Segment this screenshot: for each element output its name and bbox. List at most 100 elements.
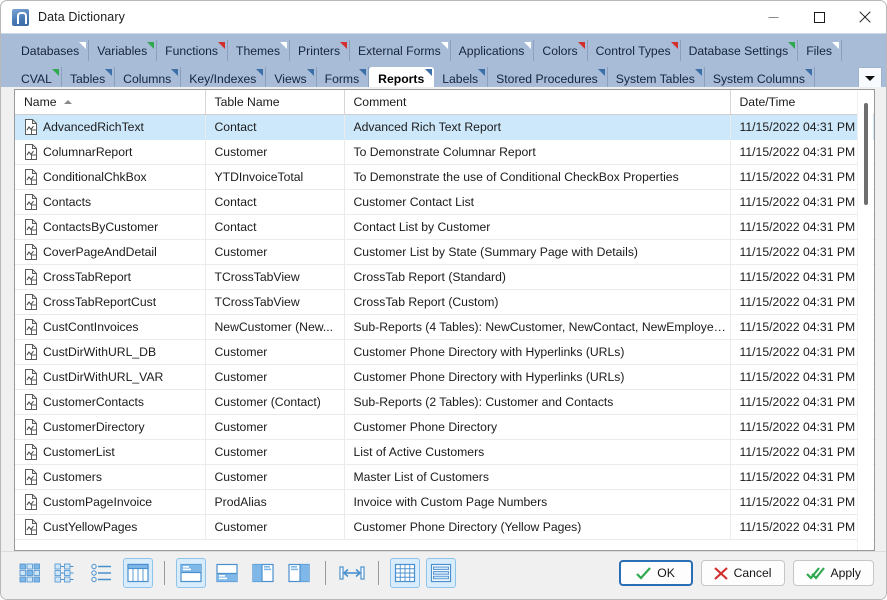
details-grid-view-button[interactable] bbox=[123, 558, 153, 588]
cell-name[interactable]: Customers bbox=[15, 464, 206, 490]
preview-top-button[interactable] bbox=[176, 558, 206, 588]
cell-name[interactable]: Contacts bbox=[15, 189, 206, 215]
large-icons-view-button[interactable] bbox=[15, 558, 45, 588]
column-header-name[interactable]: Name bbox=[15, 90, 206, 115]
cell-date-time[interactable]: 11/15/2022 04:31 PM bbox=[730, 364, 874, 390]
table-row[interactable]: AdvancedRichText Contact Advanced Rich Tex… bbox=[15, 114, 874, 140]
cell-name[interactable]: CustDirWithURL_VAR bbox=[15, 364, 206, 390]
cell-comment[interactable]: Customer List by State (Summary Page wit… bbox=[344, 239, 731, 265]
table-row[interactable]: CustomerDirectory Customer Customer Phone … bbox=[15, 414, 874, 440]
cell-date-time[interactable]: 11/15/2022 04:31 PM bbox=[730, 289, 874, 315]
fit-width-button[interactable] bbox=[337, 558, 367, 588]
tab-views[interactable]: Views bbox=[266, 67, 317, 87]
preview-bottom-button[interactable] bbox=[212, 558, 242, 588]
table-row[interactable]: CustContInvoices NewCustomer (New... Sub-R… bbox=[15, 314, 874, 340]
table-row[interactable]: ColumnarReport Customer To Demonstrate Col… bbox=[15, 139, 874, 165]
table-row[interactable]: ContactsByCustomer Contact Contact List by… bbox=[15, 214, 874, 240]
cell-comment[interactable]: Sub-Reports (2 Tables): Customer and Con… bbox=[344, 389, 731, 415]
tab-external-forms[interactable]: External Forms bbox=[350, 40, 451, 61]
cell-name[interactable]: CustContInvoices bbox=[15, 314, 206, 340]
cell-date-time[interactable]: 11/15/2022 04:31 PM bbox=[730, 489, 874, 515]
cell-comment[interactable]: Master List of Customers bbox=[344, 464, 731, 490]
tab-tables[interactable]: Tables bbox=[61, 67, 116, 87]
tab-control-types[interactable]: Control Types bbox=[587, 40, 681, 61]
cell-table-name[interactable]: Customer bbox=[205, 139, 345, 165]
cell-comment[interactable]: Invoice with Custom Page Numbers bbox=[344, 489, 731, 515]
table-row[interactable]: CustomerContacts Customer (Contact) Sub-Re… bbox=[15, 389, 874, 415]
cell-date-time[interactable]: 11/15/2022 04:31 PM bbox=[730, 264, 874, 290]
table-row[interactable]: CustYellowPages Customer Customer Phone Di… bbox=[15, 514, 874, 540]
cell-date-time[interactable]: 11/15/2022 04:31 PM bbox=[730, 464, 874, 490]
cell-table-name[interactable]: ProdAlias bbox=[205, 489, 345, 515]
preview-right-button[interactable] bbox=[284, 558, 314, 588]
cell-comment[interactable]: CrossTab Report (Standard) bbox=[344, 264, 731, 290]
table-row[interactable]: CustomerList Customer List of Active Custo… bbox=[15, 439, 874, 465]
cell-name[interactable]: CustomPageInvoice bbox=[15, 489, 206, 515]
tab-colors[interactable]: Colors bbox=[534, 40, 588, 61]
tab-applications[interactable]: Applications bbox=[450, 40, 535, 61]
table-row[interactable]: Customers Customer Master List of Customer… bbox=[15, 464, 874, 490]
cell-table-name[interactable]: YTDInvoiceTotal bbox=[205, 164, 345, 190]
vertical-scrollbar-thumb[interactable] bbox=[864, 103, 868, 205]
cell-table-name[interactable]: NewCustomer (New... bbox=[205, 314, 345, 340]
cell-comment[interactable]: Advanced Rich Text Report bbox=[344, 114, 731, 140]
cell-name[interactable]: CustYellowPages bbox=[15, 514, 206, 540]
cell-table-name[interactable]: Customer bbox=[205, 339, 345, 365]
cell-date-time[interactable]: 11/15/2022 04:31 PM bbox=[730, 164, 874, 190]
tab-labels[interactable]: Labels bbox=[434, 67, 489, 87]
column-header-date-time[interactable]: Date/Time bbox=[730, 90, 874, 115]
cell-date-time[interactable]: 11/15/2022 04:31 PM bbox=[730, 139, 874, 165]
reports-grid[interactable]: Name Table Name Comment Date/Time Advanc… bbox=[14, 89, 875, 551]
cell-date-time[interactable]: 11/15/2022 04:31 PM bbox=[730, 314, 874, 340]
cell-table-name[interactable]: Customer bbox=[205, 514, 345, 540]
table-row[interactable]: CoverPageAndDetail Customer Customer List … bbox=[15, 239, 874, 265]
table-row[interactable]: CustomPageInvoice ProdAlias Invoice with C… bbox=[15, 489, 874, 515]
cell-comment[interactable]: Customer Phone Directory (Yellow Pages) bbox=[344, 514, 731, 540]
cell-table-name[interactable]: Customer bbox=[205, 414, 345, 440]
column-header-comment[interactable]: Comment bbox=[344, 90, 731, 115]
cell-comment[interactable]: Customer Phone Directory with Hyperlinks… bbox=[344, 339, 731, 365]
cell-name[interactable]: CrossTabReportCust bbox=[15, 289, 206, 315]
maximize-button[interactable] bbox=[796, 1, 842, 33]
cell-comment[interactable]: Sub-Reports (4 Tables): NewCustomer, New… bbox=[344, 314, 731, 340]
tab-printers[interactable]: Printers bbox=[290, 40, 351, 61]
tab-functions[interactable]: Functions bbox=[157, 40, 229, 61]
cell-table-name[interactable]: Contact bbox=[205, 189, 345, 215]
cell-name[interactable]: ContactsByCustomer bbox=[15, 214, 206, 240]
apply-button[interactable]: Apply bbox=[792, 560, 874, 586]
cell-comment[interactable]: To Demonstrate the use of Conditional Ch… bbox=[344, 164, 731, 190]
cell-date-time[interactable]: 11/15/2022 04:31 PM bbox=[730, 414, 874, 440]
tab-overflow-dropdown-button[interactable] bbox=[858, 67, 882, 87]
tab-databases[interactable]: Databases bbox=[13, 40, 90, 61]
table-row[interactable]: CrossTabReport TCrossTabView CrossTab Repo… bbox=[15, 264, 874, 290]
tab-columns[interactable]: Columns bbox=[115, 67, 182, 87]
tab-cval[interactable]: CVAL bbox=[13, 67, 62, 87]
tab-system-tables[interactable]: System Tables bbox=[607, 67, 705, 87]
cell-name[interactable]: ColumnarReport bbox=[15, 139, 206, 165]
cell-table-name[interactable]: Contact bbox=[205, 214, 345, 240]
cell-name[interactable]: CustomerDirectory bbox=[15, 414, 206, 440]
cell-comment[interactable]: Contact List by Customer bbox=[344, 214, 731, 240]
table-row[interactable]: ConditionalChkBox YTDInvoiceTotal To Demon… bbox=[15, 164, 874, 190]
list-view-button[interactable] bbox=[87, 558, 117, 588]
cell-table-name[interactable]: Customer bbox=[205, 464, 345, 490]
cell-comment[interactable]: Customer Phone Directory with Hyperlinks… bbox=[344, 364, 731, 390]
cell-comment[interactable]: To Demonstrate Columnar Report bbox=[344, 139, 731, 165]
cell-date-time[interactable]: 11/15/2022 04:31 PM bbox=[730, 514, 874, 540]
cell-date-time[interactable]: 11/15/2022 04:31 PM bbox=[730, 439, 874, 465]
cell-name[interactable]: CoverPageAndDetail bbox=[15, 239, 206, 265]
cell-date-time[interactable]: 11/15/2022 04:31 PM bbox=[730, 389, 874, 415]
cell-name[interactable]: CrossTabReport bbox=[15, 264, 206, 290]
tab-forms[interactable]: Forms bbox=[316, 67, 370, 87]
tab-key-indexes[interactable]: Key/Indexes bbox=[181, 67, 267, 87]
small-icons-view-button[interactable] bbox=[51, 558, 81, 588]
table-row[interactable]: Contacts Contact Customer Contact List 11/1… bbox=[15, 189, 874, 215]
cell-name[interactable]: ConditionalChkBox bbox=[15, 164, 206, 190]
tab-stored-procedures[interactable]: Stored Procedures bbox=[488, 67, 608, 87]
tab-reports[interactable]: Reports bbox=[369, 67, 435, 87]
table-layout-button[interactable] bbox=[390, 558, 420, 588]
row-layout-button[interactable] bbox=[426, 558, 456, 588]
close-button[interactable] bbox=[842, 1, 886, 33]
cell-table-name[interactable]: Customer (Contact) bbox=[205, 389, 345, 415]
cell-comment[interactable]: Customer Phone Directory bbox=[344, 414, 731, 440]
